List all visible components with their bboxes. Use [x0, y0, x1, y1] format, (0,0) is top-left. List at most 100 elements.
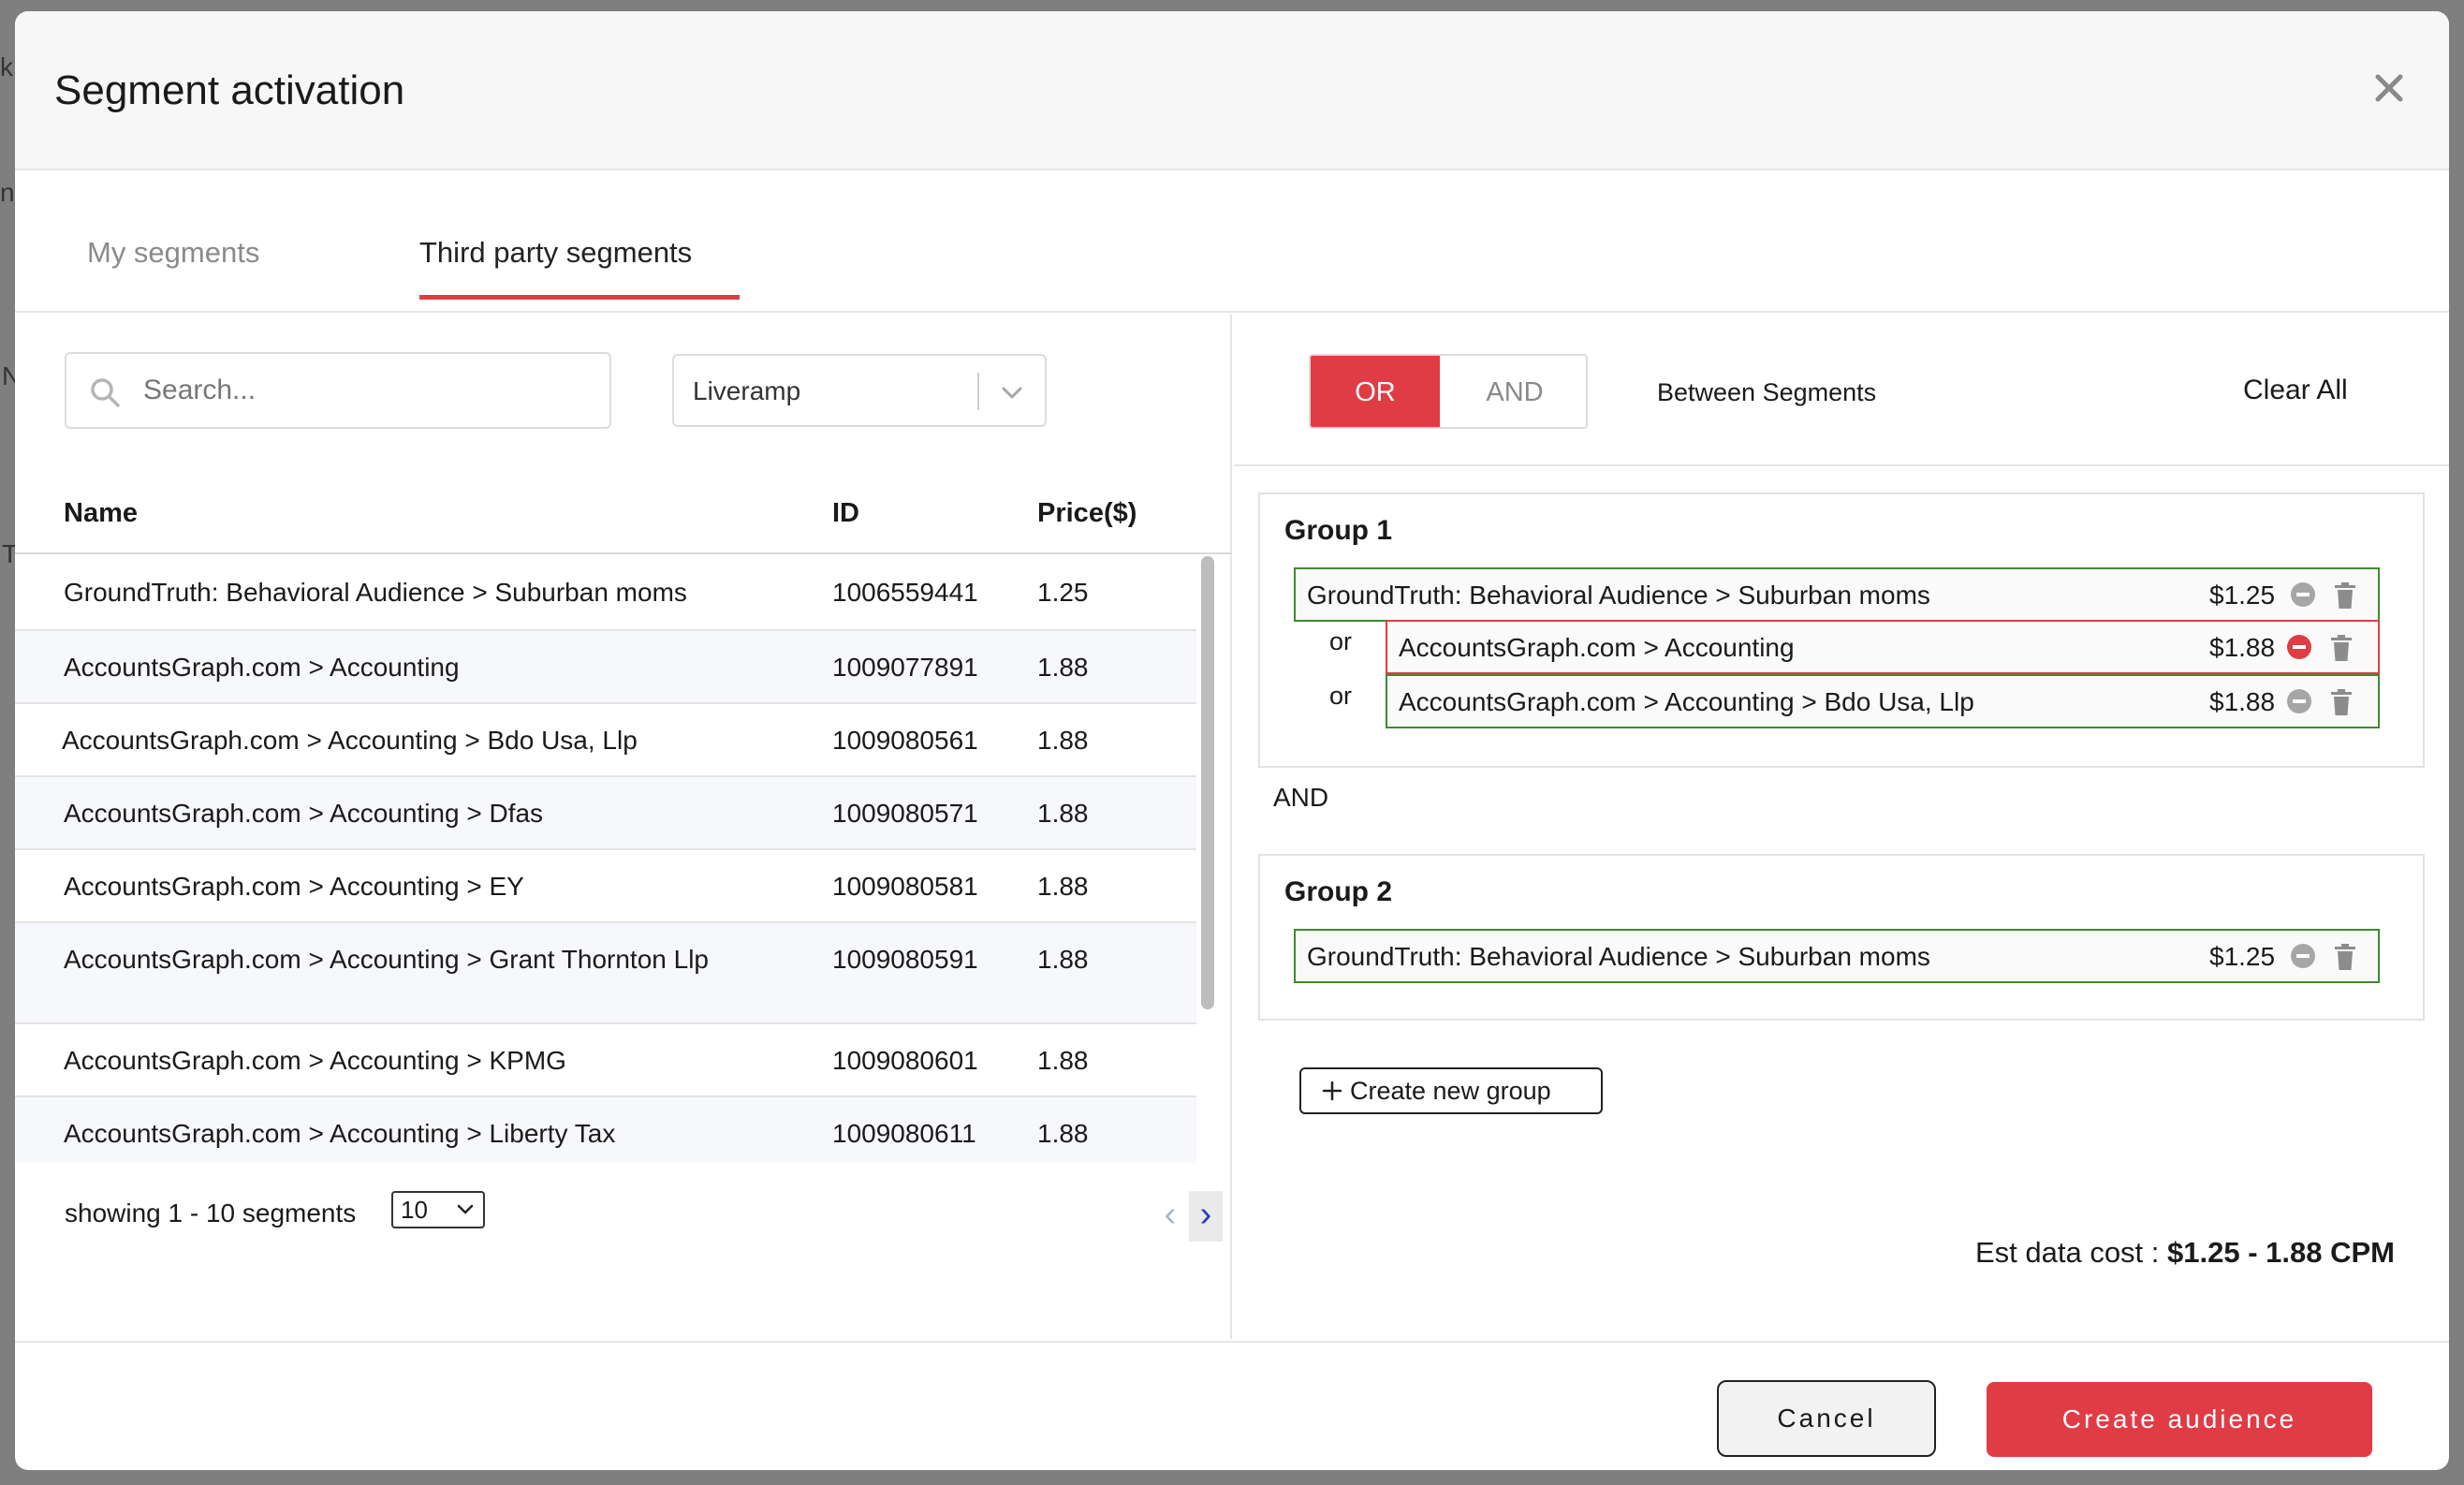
- group-segment: GroundTruth: Behavioral Audience > Subur…: [1294, 567, 2380, 622]
- cell-name: AccountsGraph.com > Accounting: [64, 653, 460, 682]
- cell-id: 1006559441: [832, 578, 978, 607]
- segment-name: GroundTruth: Behavioral Audience > Subur…: [1307, 581, 1930, 610]
- table-row[interactable]: GroundTruth: Behavioral Audience > Subur…: [15, 556, 1196, 631]
- cell-id: 1009080591: [832, 945, 978, 974]
- pagination-summary: showing 1 - 10 segments: [65, 1198, 357, 1228]
- trash-icon[interactable]: [2333, 943, 2357, 971]
- segment-price: $1.25: [2209, 942, 2276, 971]
- group-segment: GroundTruth: Behavioral Audience > Subur…: [1294, 929, 2380, 983]
- group-title: Group 2: [1284, 876, 1393, 907]
- remove-segment-icon[interactable]: [2286, 688, 2312, 714]
- trash-icon[interactable]: [2333, 581, 2357, 610]
- segment-price: $1.88: [2209, 633, 2276, 662]
- cell-name: AccountsGraph.com > Accounting > Grant T…: [64, 945, 709, 974]
- est-cost-label: Est data cost :: [1974, 1236, 2160, 1269]
- audience-builder: OR AND Between Segments Clear All Group …: [1234, 315, 2449, 1339]
- tab-my-segments[interactable]: My segments: [87, 236, 259, 270]
- previous-page-button[interactable]: ‹: [1153, 1191, 1187, 1242]
- cell-id: 1009080561: [832, 726, 978, 755]
- page-size-value: 10: [401, 1196, 428, 1224]
- table-row[interactable]: AccountsGraph.com > Accounting > Liberty…: [15, 1097, 1196, 1163]
- create-new-group-button[interactable]: Create new group: [1299, 1067, 1603, 1114]
- create-audience-button[interactable]: Create audience: [1987, 1382, 2372, 1457]
- groups-and-connector: AND: [1273, 783, 1329, 812]
- modal-header: Segment activation: [15, 11, 2449, 170]
- between-segments-label: Between Segments: [1657, 378, 1877, 406]
- segment-browser: Liveramp Name ID Price($) GroundTruth: B…: [15, 315, 1232, 1339]
- search-input[interactable]: [143, 367, 593, 414]
- plus-icon: [1322, 1081, 1342, 1101]
- cancel-button[interactable]: Cancel: [1717, 1380, 1936, 1457]
- background-fragment: k: [0, 52, 13, 81]
- table-row[interactable]: AccountsGraph.com > Accounting > Bdo Usa…: [15, 704, 1196, 777]
- tab-third-party-segments[interactable]: Third party segments: [419, 236, 692, 270]
- or-connector: or: [1329, 627, 1353, 655]
- segment-name: GroundTruth: Behavioral Audience > Subur…: [1307, 942, 1930, 971]
- logic-toolbar: OR AND Between Segments Clear All: [1234, 315, 2449, 466]
- group-card: Group 1 GroundTruth: Behavioral Audience…: [1258, 493, 2425, 768]
- cell-name: GroundTruth: Behavioral Audience > Subur…: [64, 578, 687, 607]
- group-segment: AccountsGraph.com > Accounting $1.88: [1386, 620, 2380, 674]
- remove-segment-icon[interactable]: [2290, 581, 2316, 608]
- segment-price: $1.88: [2209, 687, 2276, 716]
- table-header: Name ID Price($): [15, 464, 1232, 554]
- table-scrollbar-thumb[interactable]: [1201, 556, 1214, 1009]
- column-header-id[interactable]: ID: [832, 498, 859, 529]
- cell-price: 1.88: [1037, 653, 1089, 682]
- trash-icon[interactable]: [2329, 634, 2354, 662]
- cell-name: AccountsGraph.com > Accounting > KPMG: [64, 1046, 566, 1075]
- cell-id: 1009080601: [832, 1046, 978, 1075]
- background-fragment: n: [0, 178, 15, 207]
- cell-price: 1.88: [1037, 799, 1089, 828]
- table-row[interactable]: AccountsGraph.com > Accounting 100907789…: [15, 631, 1196, 704]
- cell-id: 1009080571: [832, 799, 978, 828]
- close-icon[interactable]: [2370, 69, 2408, 107]
- cell-id: 1009080581: [832, 872, 978, 901]
- group-card: Group 2 GroundTruth: Behavioral Audience…: [1258, 854, 2425, 1021]
- est-cost-value: $1.25 - 1.88 CPM: [2167, 1236, 2395, 1269]
- chevron-down-icon[interactable]: [998, 378, 1026, 406]
- create-new-group-label: Create new group: [1350, 1077, 1551, 1105]
- cell-name: AccountsGraph.com > Accounting > Liberty…: [64, 1119, 616, 1148]
- segment-name: AccountsGraph.com > Accounting: [1399, 633, 1795, 662]
- search-icon: [91, 378, 120, 407]
- table-row[interactable]: AccountsGraph.com > Accounting > KPMG 10…: [15, 1024, 1196, 1097]
- cell-price: 1.25: [1037, 578, 1089, 607]
- segments-table-body: GroundTruth: Behavioral Audience > Subur…: [15, 556, 1196, 1163]
- segment-name: AccountsGraph.com > Accounting > Bdo Usa…: [1399, 687, 1974, 716]
- cell-name: AccountsGraph.com > Accounting > Bdo Usa…: [62, 726, 638, 755]
- select-divider: [977, 373, 979, 410]
- logic-toggle: OR AND: [1309, 354, 1588, 429]
- table-row[interactable]: AccountsGraph.com > Accounting > Grant T…: [15, 923, 1196, 1024]
- page-size-select[interactable]: 10: [391, 1191, 485, 1228]
- cell-price: 1.88: [1037, 872, 1089, 901]
- or-toggle-button[interactable]: OR: [1311, 356, 1440, 427]
- remove-segment-icon[interactable]: [2286, 634, 2312, 660]
- cell-price: 1.88: [1037, 1046, 1089, 1075]
- and-toggle-button[interactable]: AND: [1440, 356, 1586, 427]
- cell-id: 1009080611: [832, 1119, 976, 1148]
- modal-title: Segment activation: [54, 67, 405, 113]
- estimated-data-cost: Est data cost : $1.25 - 1.88 CPM: [1975, 1236, 2395, 1270]
- cell-name: AccountsGraph.com > Accounting > EY: [64, 872, 524, 901]
- clear-all-button[interactable]: Clear All: [2243, 375, 2348, 406]
- cell-name: AccountsGraph.com > Accounting > Dfas: [64, 799, 544, 828]
- remove-segment-icon[interactable]: [2290, 943, 2316, 969]
- segment-activation-modal: Segment activation My segments Third par…: [15, 11, 2449, 1470]
- segment-tabs: My segments Third party segments: [15, 172, 2449, 313]
- column-header-name[interactable]: Name: [64, 498, 138, 529]
- active-tab-indicator: [419, 295, 740, 300]
- provider-select[interactable]: Liveramp: [672, 354, 1047, 427]
- column-header-price[interactable]: Price($): [1037, 498, 1137, 529]
- table-row[interactable]: AccountsGraph.com > Accounting > Dfas 10…: [15, 777, 1196, 850]
- group-segment: AccountsGraph.com > Accounting > Bdo Usa…: [1386, 674, 2380, 728]
- cell-price: 1.88: [1037, 945, 1089, 974]
- search-box[interactable]: [65, 352, 611, 429]
- table-row[interactable]: AccountsGraph.com > Accounting > EY 1009…: [15, 850, 1196, 923]
- next-page-button[interactable]: ›: [1189, 1191, 1223, 1242]
- cell-price: 1.88: [1037, 1119, 1089, 1148]
- modal-footer: Cancel Create audience: [15, 1341, 2449, 1470]
- trash-icon[interactable]: [2329, 688, 2354, 716]
- provider-select-value: Liveramp: [693, 376, 801, 405]
- chevron-down-icon: [457, 1204, 474, 1214]
